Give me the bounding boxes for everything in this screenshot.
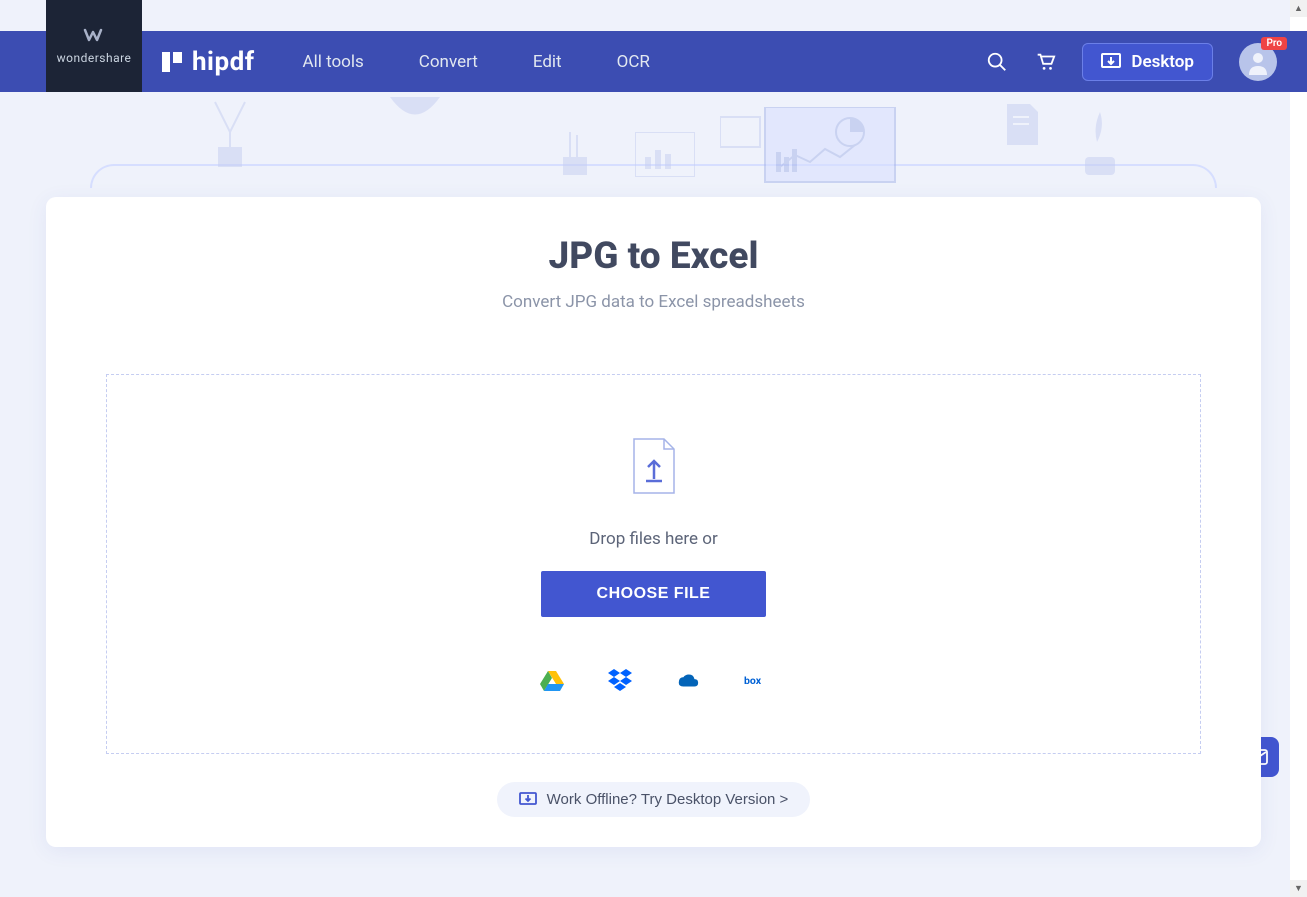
cart-icon[interactable] — [1034, 51, 1056, 73]
download-icon — [519, 792, 537, 808]
logo-text: hipdf — [192, 47, 255, 77]
pro-badge: Pro — [1261, 37, 1287, 50]
drop-text: Drop files here or — [589, 529, 717, 549]
nav-edit[interactable]: Edit — [533, 52, 562, 72]
scrollbar[interactable]: ▲ ▼ — [1290, 0, 1307, 897]
dropbox-icon[interactable] — [608, 669, 632, 691]
user-icon — [1245, 49, 1271, 75]
page-subtitle: Convert JPG data to Excel spreadsheets — [106, 292, 1201, 312]
chart-icon — [635, 132, 695, 177]
desktop-label: Desktop — [1131, 52, 1194, 72]
nav-ocr[interactable]: OCR — [617, 52, 650, 72]
scroll-up-icon[interactable]: ▲ — [1290, 0, 1307, 17]
desktop-button[interactable]: Desktop — [1082, 43, 1213, 81]
dropzone[interactable]: Drop files here or CHOOSE FILE box — [106, 374, 1201, 754]
hero-decorations — [0, 92, 1307, 197]
dashboard-icon — [720, 107, 900, 187]
pen-icon — [1075, 107, 1125, 177]
offline-button[interactable]: Work Offline? Try Desktop Version > — [497, 782, 811, 817]
page-title: JPG to Excel — [106, 235, 1201, 278]
hipdf-icon — [160, 50, 184, 74]
plant-icon — [200, 92, 260, 172]
google-drive-icon[interactable] — [540, 669, 564, 691]
wondershare-badge[interactable]: wondershare — [46, 0, 142, 92]
wondershare-icon — [82, 27, 106, 45]
download-icon — [1101, 53, 1121, 71]
wondershare-text: wondershare — [57, 51, 132, 65]
box-icon[interactable]: box — [744, 669, 768, 691]
choose-file-button[interactable]: CHOOSE FILE — [541, 571, 767, 617]
upload-file-icon — [630, 437, 678, 495]
lamp-icon — [380, 92, 450, 132]
navbar: hipdf All tools Convert Edit OCR Desktop… — [0, 31, 1307, 92]
pencils-icon — [555, 127, 595, 177]
search-icon[interactable] — [986, 51, 1008, 73]
main-card: JPG to Excel Convert JPG data to Excel s… — [46, 197, 1261, 847]
scroll-down-icon[interactable]: ▼ — [1290, 880, 1307, 897]
svg-text:box: box — [744, 674, 762, 687]
document-icon — [1005, 102, 1040, 147]
nav-all-tools[interactable]: All tools — [303, 52, 364, 72]
onedrive-icon[interactable] — [676, 669, 700, 691]
logo[interactable]: hipdf — [160, 47, 255, 77]
offline-label: Work Offline? Try Desktop Version > — [547, 791, 789, 808]
nav-convert[interactable]: Convert — [419, 52, 478, 72]
